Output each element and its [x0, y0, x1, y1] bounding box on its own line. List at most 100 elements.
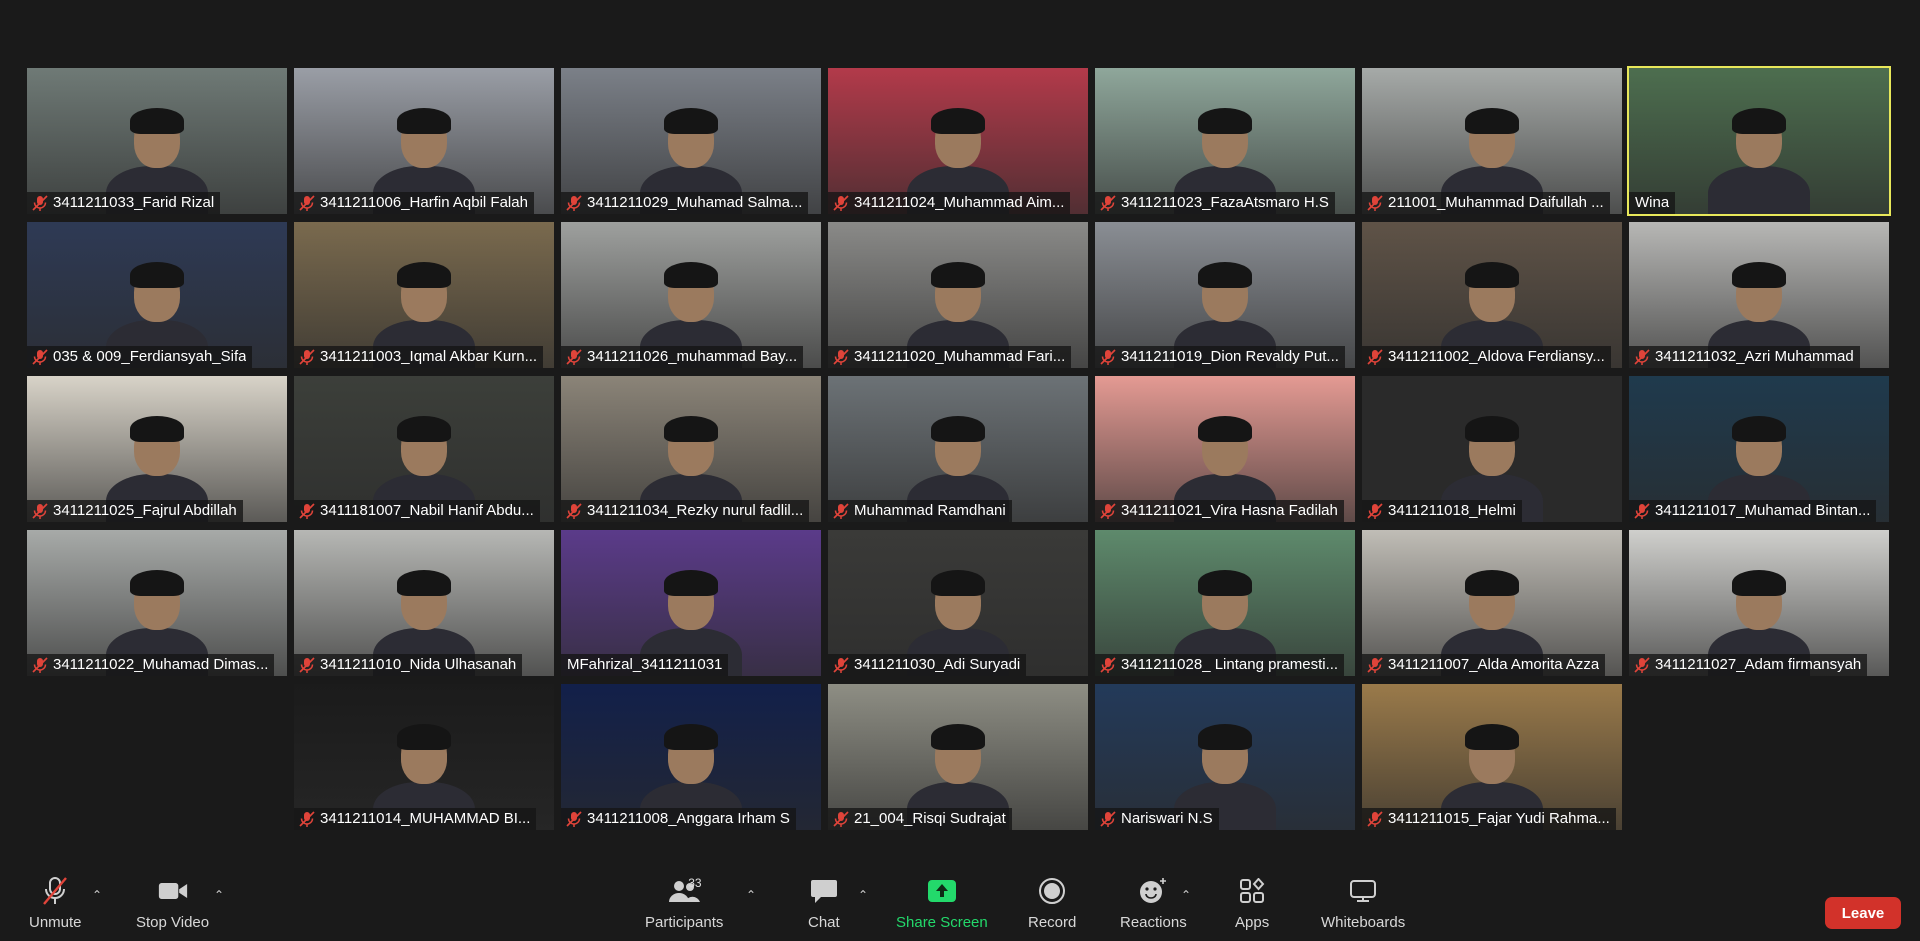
- muted-microphone-icon: [32, 657, 48, 673]
- participant-tile[interactable]: 3411211014_MUHAMMAD BI...: [294, 684, 554, 830]
- participant-name-tag: 3411211033_Farid Rizal: [27, 192, 221, 214]
- participant-tile[interactable]: 3411211008_Anggara Irham S: [561, 684, 821, 830]
- participant-tile[interactable]: 3411211023_FazaAtsmaro H.S: [1095, 68, 1355, 214]
- stop-video-label: Stop Video: [136, 914, 210, 931]
- video-options-chevron-icon[interactable]: ⌃: [214, 888, 224, 902]
- muted-microphone-icon: [1100, 811, 1116, 827]
- silhouette-hair: [1198, 416, 1252, 442]
- participant-tile[interactable]: 3411211032_Azri Muhammad: [1629, 222, 1889, 368]
- video-gallery: 3411211033_Farid Rizal 3411211006_Harfin …: [27, 66, 1898, 832]
- participant-name: 3411211026_muhammad Bay...: [587, 348, 798, 365]
- video-camera-icon: [158, 876, 188, 906]
- participant-name: MFahrizal_3411211031: [567, 656, 723, 673]
- muted-microphone-icon: [299, 657, 315, 673]
- participant-tile[interactable]: 21_004_Risqi Sudrajat: [828, 684, 1088, 830]
- participant-tile[interactable]: 3411211010_Nida Ulhasanah: [294, 530, 554, 676]
- silhouette-hair: [664, 570, 718, 596]
- participant-name: 3411211003_Iqmal Akbar Kurn...: [320, 348, 538, 365]
- silhouette-hair: [1732, 262, 1786, 288]
- silhouette-hair: [931, 262, 985, 288]
- silhouette-hair: [1198, 724, 1252, 750]
- muted-microphone-icon: [299, 503, 315, 519]
- silhouette-hair: [130, 262, 184, 288]
- participant-tile[interactable]: Nariswari N.S: [1095, 684, 1355, 830]
- participant-tile[interactable]: MFahrizal_3411211031: [561, 530, 821, 676]
- participant-tile[interactable]: Wina: [1627, 66, 1891, 216]
- participant-name: 3411211033_Farid Rizal: [53, 194, 215, 211]
- whiteboards-button[interactable]: Whiteboards: [1321, 876, 1405, 931]
- participants-chevron-icon[interactable]: ⌃: [746, 888, 756, 902]
- participant-tile[interactable]: 3411211002_Aldova Ferdiansy...: [1362, 222, 1622, 368]
- participant-tile[interactable]: 3411211027_Adam firmansyah: [1629, 530, 1889, 676]
- share-screen-button[interactable]: Share Screen: [896, 876, 988, 931]
- participant-tile[interactable]: 3411211018_Helmi: [1362, 376, 1622, 522]
- muted-microphone-icon: [1100, 503, 1116, 519]
- record-button[interactable]: Record: [1028, 876, 1076, 931]
- leave-button[interactable]: Leave: [1825, 897, 1901, 929]
- participant-tile[interactable]: Muhammad Ramdhani: [828, 376, 1088, 522]
- participant-name-tag: 3411211026_muhammad Bay...: [561, 346, 804, 368]
- participant-name-tag: 21_004_Risqi Sudrajat: [828, 808, 1012, 830]
- participant-tile[interactable]: 3411211021_Vira Hasna Fadilah: [1095, 376, 1355, 522]
- participant-name-tag: 3411211002_Aldova Ferdiansy...: [1362, 346, 1611, 368]
- stop-video-button[interactable]: Stop Video: [136, 876, 209, 931]
- muted-microphone-icon: [1367, 503, 1383, 519]
- participant-tile[interactable]: 3411211020_Muhammad Fari...: [828, 222, 1088, 368]
- silhouette-hair: [397, 570, 451, 596]
- participant-tile[interactable]: 3411211006_Harfin Aqbil Falah: [294, 68, 554, 214]
- participant-name-tag: 3411211027_Adam firmansyah: [1629, 654, 1868, 676]
- unmute-button[interactable]: Unmute: [29, 876, 82, 931]
- participant-tile[interactable]: 3411211019_Dion Revaldy Put...: [1095, 222, 1355, 368]
- participant-name-tag: 3411211007_Alda Amorita Azza: [1362, 654, 1606, 676]
- participant-tile[interactable]: 211001_Muhammad Daifullah ...: [1362, 68, 1622, 214]
- silhouette-hair: [931, 416, 985, 442]
- participant-name: 3411211018_Helmi: [1388, 502, 1516, 519]
- participant-name: 3411211006_Harfin Aqbil Falah: [320, 194, 528, 211]
- silhouette-hair: [931, 570, 985, 596]
- participant-name-tag: 3411211015_Fajar Yudi Rahma...: [1362, 808, 1616, 830]
- participant-tile[interactable]: 3411211022_Muhamad Dimas...: [27, 530, 287, 676]
- participant-name: 3411211027_Adam firmansyah: [1655, 656, 1862, 673]
- silhouette-hair: [397, 262, 451, 288]
- chat-button[interactable]: Chat: [808, 876, 840, 931]
- participant-tile[interactable]: 3411211030_Adi Suryadi: [828, 530, 1088, 676]
- participant-name: 035 & 009_Ferdiansyah_Sifa: [53, 348, 247, 365]
- record-label: Record: [1028, 914, 1077, 931]
- silhouette-hair: [664, 262, 718, 288]
- participant-name: 3411211010_Nida Ulhasanah: [320, 656, 517, 673]
- participant-tile[interactable]: 3411211028_ Lintang pramesti...: [1095, 530, 1355, 676]
- participant-name-tag: 3411211028_ Lintang pramesti...: [1095, 654, 1345, 676]
- participant-tile[interactable]: 3411211033_Farid Rizal: [27, 68, 287, 214]
- participant-tile[interactable]: 3411211003_Iqmal Akbar Kurn...: [294, 222, 554, 368]
- participant-name-tag: 3411211029_Muhamad Salma...: [561, 192, 809, 214]
- muted-microphone-icon: [299, 811, 315, 827]
- muted-microphone-icon: [1367, 195, 1383, 211]
- muted-microphone-icon: [32, 195, 48, 211]
- participant-name-tag: 211001_Muhammad Daifullah ...: [1362, 192, 1610, 214]
- participant-tile[interactable]: 3411211024_Muhammad Aim...: [828, 68, 1088, 214]
- participant-name-tag: 3411211034_Rezky nurul fadlil...: [561, 500, 810, 522]
- participant-tile[interactable]: 3411211034_Rezky nurul fadlil...: [561, 376, 821, 522]
- participants-button[interactable]: 33 Participants: [645, 876, 723, 931]
- participant-tile[interactable]: 3411181007_Nabil Hanif Abdu...: [294, 376, 554, 522]
- participant-tile[interactable]: 3411211025_Fajrul Abdillah: [27, 376, 287, 522]
- participant-name-tag: 3411211021_Vira Hasna Fadilah: [1095, 500, 1344, 522]
- meeting-toolbar: Unmute ⌃ Stop Video ⌃ 33 Participants ⌃: [0, 870, 1920, 941]
- participant-tile[interactable]: 3411211017_Muhamad Bintan...: [1629, 376, 1889, 522]
- participant-name-tag: 3411211032_Azri Muhammad: [1629, 346, 1860, 368]
- participant-tile[interactable]: 035 & 009_Ferdiansyah_Sifa: [27, 222, 287, 368]
- audio-options-chevron-icon[interactable]: ⌃: [92, 888, 102, 902]
- participant-name: 3411211029_Muhamad Salma...: [587, 194, 803, 211]
- participant-tile[interactable]: 3411211029_Muhamad Salma...: [561, 68, 821, 214]
- reactions-button[interactable]: Reactions: [1120, 876, 1187, 931]
- silhouette-hair: [397, 108, 451, 134]
- silhouette-hair: [1465, 262, 1519, 288]
- record-icon: [1037, 876, 1067, 906]
- apps-button[interactable]: Apps: [1235, 876, 1269, 931]
- participant-tile[interactable]: 3411211015_Fajar Yudi Rahma...: [1362, 684, 1622, 830]
- reactions-chevron-icon[interactable]: ⌃: [1181, 888, 1191, 902]
- participant-tile[interactable]: 3411211007_Alda Amorita Azza: [1362, 530, 1622, 676]
- participant-tile[interactable]: 3411211026_muhammad Bay...: [561, 222, 821, 368]
- chat-chevron-icon[interactable]: ⌃: [858, 888, 868, 902]
- participant-name-tag: 3411211014_MUHAMMAD BI...: [294, 808, 537, 830]
